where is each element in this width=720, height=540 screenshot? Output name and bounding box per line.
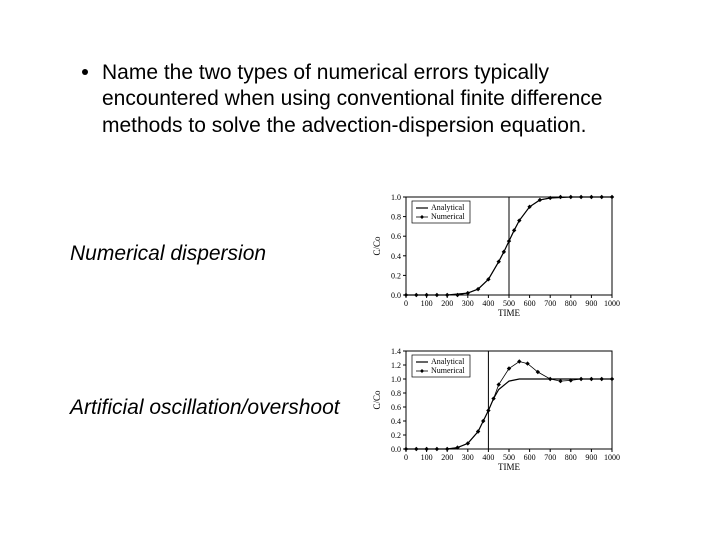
svg-text:700: 700 xyxy=(544,453,556,462)
svg-text:300: 300 xyxy=(462,299,474,308)
svg-text:Analytical: Analytical xyxy=(431,203,465,212)
svg-text:800: 800 xyxy=(565,299,577,308)
svg-text:0.0: 0.0 xyxy=(391,291,401,300)
svg-text:400: 400 xyxy=(482,299,494,308)
svg-text:0.6: 0.6 xyxy=(391,232,401,241)
svg-text:0.6: 0.6 xyxy=(391,403,401,412)
svg-text:0.4: 0.4 xyxy=(391,252,401,261)
svg-text:0.8: 0.8 xyxy=(391,212,401,221)
slide: Name the two types of numerical errors t… xyxy=(0,0,720,540)
svg-text:200: 200 xyxy=(441,299,453,308)
svg-text:0.0: 0.0 xyxy=(391,445,401,454)
question-bullet: Name the two types of numerical errors t… xyxy=(70,60,650,139)
svg-text:Numerical: Numerical xyxy=(431,212,466,221)
svg-text:300: 300 xyxy=(462,453,474,462)
svg-text:600: 600 xyxy=(524,453,536,462)
svg-text:Analytical: Analytical xyxy=(431,357,465,366)
svg-text:0.8: 0.8 xyxy=(391,389,401,398)
svg-text:200: 200 xyxy=(441,453,453,462)
svg-text:0: 0 xyxy=(404,299,408,308)
svg-text:0.2: 0.2 xyxy=(391,271,401,280)
chart-dispersion: 0 100 200 300 400 500 600 700 800 900 1000 0.0 0.2 0.… xyxy=(370,189,620,319)
svg-text:400: 400 xyxy=(482,453,494,462)
svg-text:500: 500 xyxy=(503,453,515,462)
svg-text:TIME: TIME xyxy=(498,462,520,472)
svg-text:Numerical: Numerical xyxy=(431,366,466,375)
bullet-dot-icon xyxy=(82,69,88,75)
svg-text:100: 100 xyxy=(421,453,433,462)
answer-1-label: Numerical dispersion xyxy=(70,242,370,266)
chart-oscillation: 0 100 200 300 400 500 600 700 800 900 1000 0.0 0.2 0.… xyxy=(370,343,620,473)
question-text: Name the two types of numerical errors t… xyxy=(102,60,650,139)
svg-text:C/Co: C/Co xyxy=(372,236,382,256)
svg-text:1.2: 1.2 xyxy=(391,361,401,370)
answer-2-label: Artificial oscillation/overshoot xyxy=(70,396,370,420)
svg-text:0.4: 0.4 xyxy=(391,417,401,426)
svg-text:TIME: TIME xyxy=(498,308,520,318)
svg-text:700: 700 xyxy=(544,299,556,308)
svg-text:900: 900 xyxy=(585,453,597,462)
svg-text:1.0: 1.0 xyxy=(391,193,401,202)
answer-row-2: Artificial oscillation/overshoot 0 100 200… xyxy=(70,343,650,473)
svg-text:100: 100 xyxy=(421,299,433,308)
svg-text:600: 600 xyxy=(524,299,536,308)
svg-text:C/Co: C/Co xyxy=(372,390,382,410)
svg-text:0: 0 xyxy=(404,453,408,462)
svg-text:800: 800 xyxy=(565,453,577,462)
svg-text:900: 900 xyxy=(585,299,597,308)
svg-text:0.2: 0.2 xyxy=(391,431,401,440)
svg-text:1000: 1000 xyxy=(604,299,620,308)
svg-text:500: 500 xyxy=(503,299,515,308)
svg-text:1.4: 1.4 xyxy=(391,347,401,356)
svg-text:1000: 1000 xyxy=(604,453,620,462)
answer-row-1: Numerical dispersion 0 100 200 300 400 500 600… xyxy=(70,189,650,319)
svg-text:1.0: 1.0 xyxy=(391,375,401,384)
